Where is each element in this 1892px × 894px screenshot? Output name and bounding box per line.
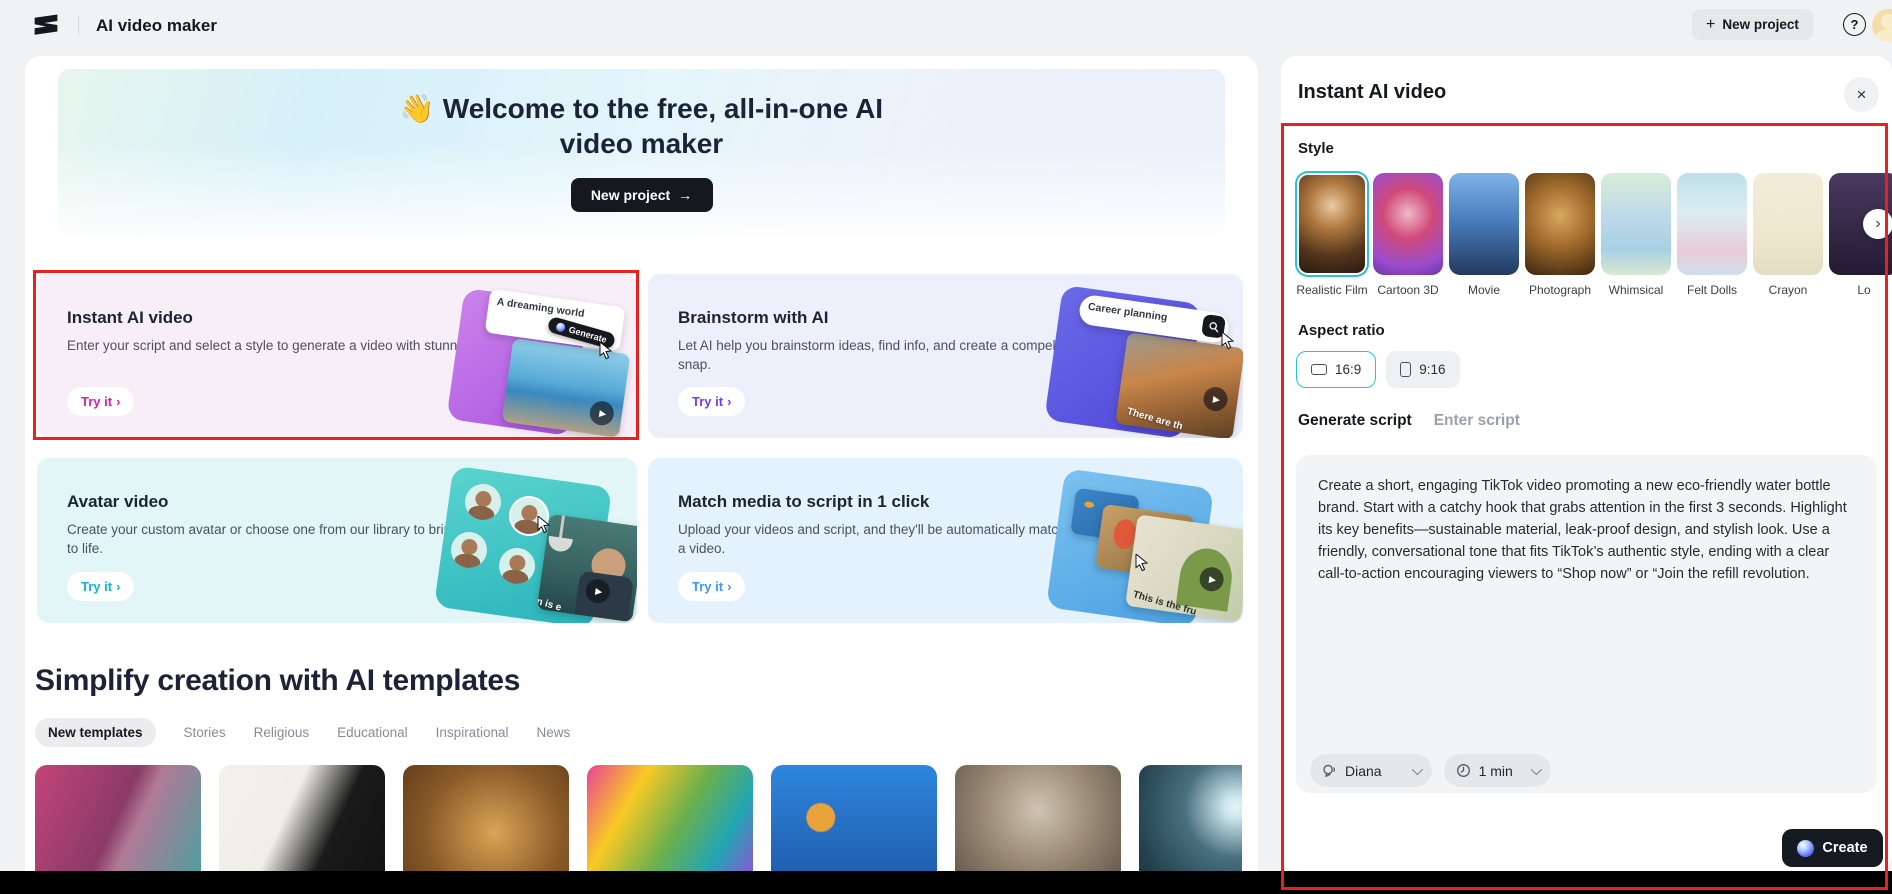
card-match-media[interactable]: Match media to script in 1 click Upload … [648,458,1243,623]
tab-news[interactable]: News [536,725,570,740]
tab-new-templates[interactable]: New templates [35,718,156,747]
ratio-16-9-button[interactable]: 16:9 [1296,351,1377,388]
new-project-button[interactable]: + New project [1692,9,1813,40]
templates-heading: Simplify creation with AI templates [35,664,521,697]
clock-icon [1456,764,1470,777]
tab-religious[interactable]: Religious [254,725,310,740]
help-icon[interactable]: ? [1843,13,1866,36]
style-realistic-film[interactable]: Realistic Film [1296,173,1368,297]
script-text[interactable]: Create a short, engaging TikTok video pr… [1318,475,1856,585]
cursor-icon [1135,554,1149,572]
card-title: Instant AI video [67,308,193,327]
style-whimsical[interactable]: Whimsical [1600,173,1672,297]
style-carousel: Realistic Film Cartoon 3D Movie Photogra… [1296,173,1892,297]
landscape-icon [1311,364,1327,375]
page-title: AI video maker [96,16,217,35]
capcut-logo-icon[interactable] [33,12,59,38]
new-project-label: New project [1722,17,1799,32]
cursor-icon [537,516,551,534]
create-button[interactable]: Create [1782,829,1883,867]
card-brainstorm-ai[interactable]: Brainstorm with AI Let AI help you brain… [648,274,1243,438]
topbar-divider [78,15,79,35]
chevron-right-icon: › [727,394,732,409]
wave-emoji: 👋 [399,93,435,124]
style-crayon[interactable]: Crayon [1752,173,1824,297]
portrait-icon [1400,362,1412,377]
style-cartoon-3d[interactable]: Cartoon 3D [1372,173,1444,297]
banner-new-project-button[interactable]: New project → [570,178,713,212]
app-window: AI video maker + New project ? 👋 Welcome … [0,0,1892,894]
ratio-9-16-button[interactable]: 9:16 [1386,351,1460,388]
script-tabs: Generate script Enter script [1298,412,1520,430]
panel-title: Instant AI video [1298,81,1447,103]
user-avatar[interactable] [1872,9,1892,42]
arrow-right-icon: → [678,187,693,203]
ai-sphere-icon [555,321,567,333]
card-illustration: ▶ There are th Career planning [1013,274,1243,438]
instant-ai-video-panel: Instant AI video × Style Realistic Film … [1281,56,1892,871]
play-icon: ▶ [1201,385,1230,413]
welcome-title: 👋 Welcome to the free, all-in-one AI vide… [399,93,884,159]
style-movie[interactable]: Movie [1448,173,1520,297]
ai-sphere-icon [1797,839,1815,857]
script-options: Diana 1 min [1310,754,1551,787]
chevron-down-icon [1530,763,1542,775]
main-content: 👋 Welcome to the free, all-in-one AI vide… [25,56,1258,894]
card-illustration: ▶ Silicon is e [407,458,637,623]
card-illustration: ▶ This is the fru [1013,458,1243,623]
tab-stories[interactable]: Stories [184,725,226,740]
tab-generate-script[interactable]: Generate script [1298,412,1412,430]
top-bar: AI video maker + New project ? [0,0,1892,50]
templates-tabs: New templates Stories Religious Educatio… [35,718,570,747]
card-title: Match media to script in 1 click [678,492,930,511]
try-it-button[interactable]: Try it › [67,387,135,416]
chevron-right-icon: › [116,579,121,594]
plus-icon: + [1706,15,1716,33]
style-photograph[interactable]: Photograph [1524,173,1596,297]
tab-inspirational[interactable]: Inspirational [436,725,509,740]
chevron-down-icon [1411,763,1423,775]
card-title: Brainstorm with AI [678,308,829,327]
bottom-black-bar [0,871,1892,894]
card-instant-ai-video[interactable]: Instant AI video Enter your script and s… [37,274,637,438]
try-it-button[interactable]: Try it › [67,572,135,601]
try-it-button[interactable]: Try it › [678,572,746,601]
voice-icon [1323,764,1335,777]
close-icon[interactable]: × [1844,77,1879,112]
tab-educational[interactable]: Educational [337,725,408,740]
aspect-ratio-group: 16:9 9:16 [1296,351,1460,388]
chevron-right-icon: › [116,394,121,409]
duration-dropdown[interactable]: 1 min [1443,754,1551,787]
cursor-icon [599,342,613,360]
script-input-area[interactable]: Create a short, engaging TikTok video pr… [1296,455,1877,793]
try-it-button[interactable]: Try it › [678,387,746,416]
welcome-banner: 👋 Welcome to the free, all-in-one AI vide… [58,69,1225,236]
style-felt-dolls[interactable]: Felt Dolls [1676,173,1748,297]
tab-enter-script[interactable]: Enter script [1434,412,1520,430]
chevron-right-icon: › [727,579,732,594]
card-title: Avatar video [67,492,169,511]
aspect-ratio-label: Aspect ratio [1298,322,1385,339]
cursor-icon [1221,332,1235,350]
card-illustration: ▶ A dreaming world Generate [407,274,637,438]
play-icon: ▶ [588,399,616,427]
carousel-next-icon[interactable]: › [1863,209,1892,239]
style-label: Style [1298,140,1334,157]
card-avatar-video[interactable]: Avatar video Create your custom avatar o… [37,458,637,623]
voice-dropdown[interactable]: Diana [1310,754,1432,787]
